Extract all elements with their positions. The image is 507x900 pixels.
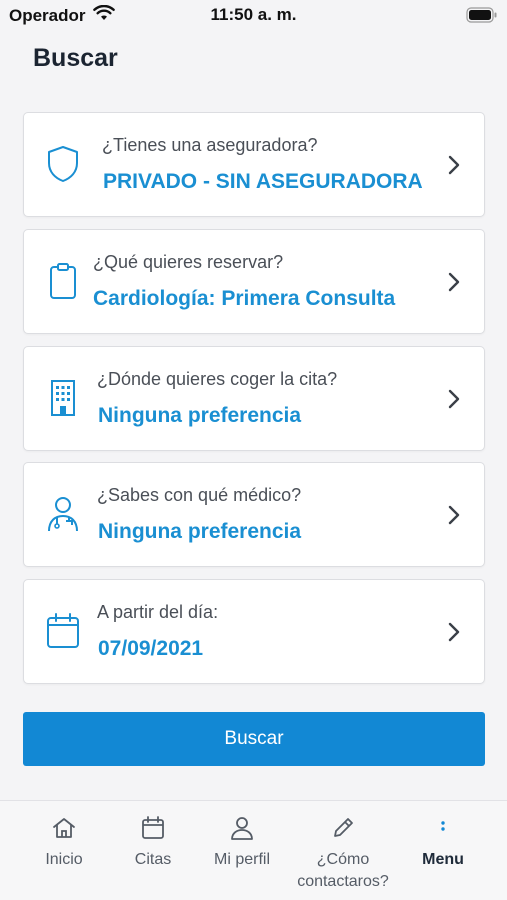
building-icon: [42, 377, 84, 419]
tab-label: Inicio: [45, 851, 83, 868]
tab-contactar[interactable]: ¿Cómo contactaros?: [293, 813, 393, 893]
page-title: Buscar: [33, 44, 118, 72]
tab-bar: Inicio Citas Mi perfil ¿Cómo contactaros…: [0, 800, 507, 900]
tab-label: Mi perfil: [213, 851, 270, 868]
shield-icon: [42, 143, 84, 185]
battery-icon: [466, 7, 498, 28]
pencil-icon: [293, 813, 393, 843]
insurance-card[interactable]: ¿Tienes una aseguradora? PRIVADO - SIN A…: [23, 112, 485, 217]
tab-inicio[interactable]: Inicio: [14, 813, 114, 871]
service-label: ¿Qué quieres reservar?: [93, 252, 284, 272]
calendar-icon: [42, 610, 84, 652]
tab-menu[interactable]: Menu: [393, 813, 493, 871]
chevron-right-icon: [446, 153, 462, 177]
insurance-value: PRIVADO - SIN ASEGURADORA: [103, 170, 423, 193]
location-label: ¿Dónde quieres coger la cita?: [97, 369, 338, 389]
chevron-right-icon: [446, 503, 462, 527]
clipboard-icon: [42, 260, 84, 302]
service-value: Cardiología: Primera Consulta: [93, 287, 396, 310]
status-time: 11:50 a. m.: [210, 5, 297, 24]
tab-label: Menu: [422, 851, 464, 868]
date-value: 07/09/2021: [98, 637, 204, 660]
more-vertical-icon: [393, 813, 493, 843]
calendar-icon: [103, 813, 203, 843]
user-icon: [192, 813, 292, 843]
tab-label: Citas: [134, 851, 172, 868]
search-button[interactable]: Buscar: [23, 712, 485, 766]
tab-label: ¿Cómo contactaros?: [297, 851, 389, 890]
status-bar: Operador 11:50 a. m.: [0, 0, 507, 34]
home-icon: [14, 813, 114, 843]
chevron-right-icon: [446, 270, 462, 294]
insurance-label: ¿Tienes una aseguradora?: [102, 135, 318, 155]
location-card[interactable]: ¿Dónde quieres coger la cita? Ninguna pr…: [23, 346, 485, 451]
doctor-icon: [42, 493, 84, 535]
date-label: A partir del día:: [97, 602, 219, 622]
doctor-value: Ninguna preferencia: [98, 520, 302, 543]
date-card[interactable]: A partir del día: 07/09/2021: [23, 579, 485, 684]
location-value: Ninguna preferencia: [98, 404, 302, 427]
doctor-card[interactable]: ¿Sabes con qué médico? Ninguna preferenc…: [23, 462, 485, 567]
service-card[interactable]: ¿Qué quieres reservar? Cardiología: Prim…: [23, 229, 485, 334]
tab-mi-perfil[interactable]: Mi perfil: [192, 813, 292, 871]
chevron-right-icon: [446, 620, 462, 644]
chevron-right-icon: [446, 387, 462, 411]
tab-citas[interactable]: Citas: [103, 813, 203, 871]
doctor-label: ¿Sabes con qué médico?: [97, 485, 302, 505]
